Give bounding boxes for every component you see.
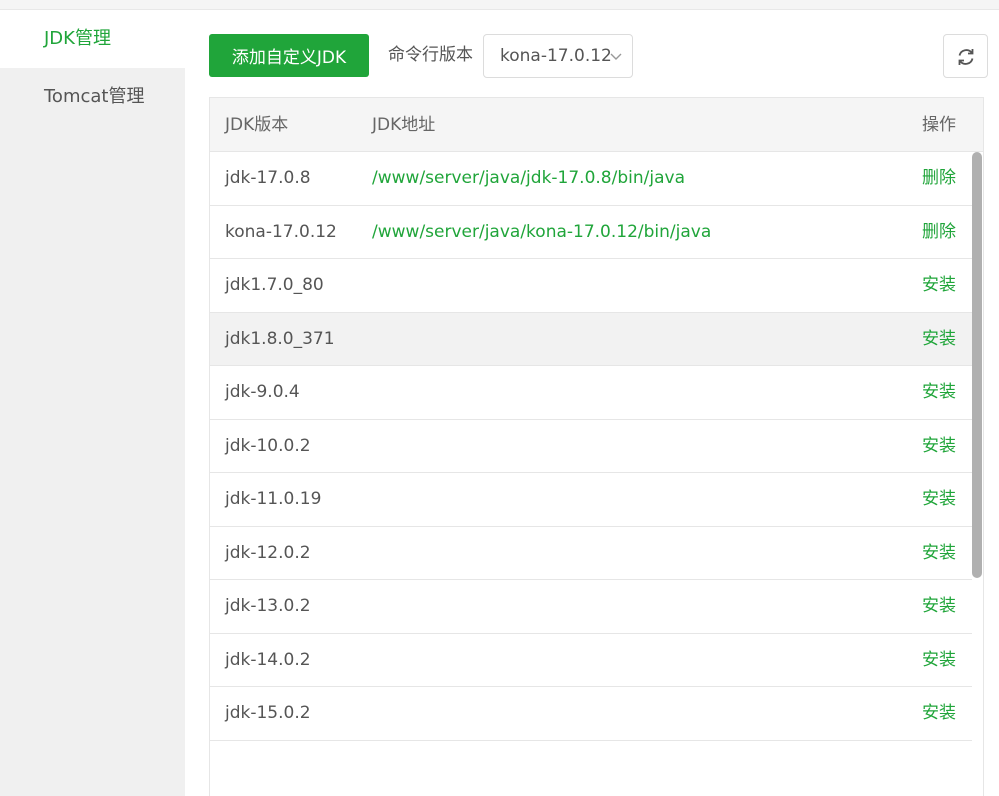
- column-header-version: JDK版本: [225, 115, 289, 135]
- table-row: jdk-10.0.2 安装: [210, 420, 972, 473]
- sidebar-item-label: Tomcat管理: [44, 86, 145, 107]
- table-row: jdk-11.0.19 安装: [210, 473, 972, 527]
- table-header: JDK版本 JDK地址 操作: [210, 98, 983, 152]
- delete-button[interactable]: 删除: [922, 152, 956, 204]
- column-header-path: JDK地址: [372, 115, 436, 135]
- table-row: jdk-12.0.2 安装: [210, 527, 972, 580]
- refresh-icon: [958, 49, 974, 65]
- table-row: jdk-17.0.8 /www/server/java/jdk-17.0.8/b…: [210, 152, 972, 206]
- table-scrollbar-thumb[interactable]: [972, 152, 982, 578]
- table-row: jdk-9.0.4 安装: [210, 366, 972, 420]
- install-button[interactable]: 安装: [922, 259, 956, 311]
- column-header-action: 操作: [922, 115, 956, 135]
- table-row: jdk-13.0.2 安装: [210, 580, 972, 634]
- install-button[interactable]: 安装: [922, 420, 956, 472]
- jdk-version: jdk-15.0.2: [225, 703, 311, 723]
- jdk-version: jdk-17.0.8: [225, 168, 311, 188]
- table-row: kona-17.0.12 /www/server/java/kona-17.0.…: [210, 206, 972, 259]
- install-button[interactable]: 安装: [922, 687, 956, 739]
- add-custom-jdk-button[interactable]: 添加自定义JDK: [209, 34, 369, 77]
- cli-version-label: 命令行版本: [388, 45, 473, 65]
- jdk-version: kona-17.0.12: [225, 221, 337, 242]
- jdk-version: jdk-13.0.2: [225, 596, 311, 616]
- jdk-version: jdk-9.0.4: [225, 382, 300, 402]
- jdk-version: jdk-10.0.2: [225, 435, 311, 456]
- install-button[interactable]: 安装: [922, 366, 956, 418]
- jdk-version: jdk-12.0.2: [225, 542, 311, 563]
- delete-button[interactable]: 删除: [922, 206, 956, 258]
- table-body: jdk-17.0.8 /www/server/java/jdk-17.0.8/b…: [210, 152, 972, 741]
- table-row: jdk-15.0.2 安装: [210, 687, 972, 741]
- table-row: jdk1.7.0_80 安装: [210, 259, 972, 313]
- cli-version-select[interactable]: kona-17.0.12: [483, 34, 633, 78]
- jdk-version: jdk-14.0.2: [225, 649, 311, 670]
- jdk-version: jdk-11.0.19: [225, 489, 322, 509]
- jdk-version: jdk1.8.0_371: [225, 328, 335, 349]
- table-row: jdk1.8.0_371 安装: [210, 312, 972, 366]
- table-row: jdk-14.0.2 安装: [210, 634, 972, 687]
- refresh-button[interactable]: [943, 34, 988, 78]
- install-button[interactable]: 安装: [922, 634, 956, 686]
- install-button[interactable]: 安装: [922, 527, 956, 579]
- jdk-version: jdk1.7.0_80: [225, 275, 324, 295]
- top-strip: [0, 0, 999, 10]
- sidebar-item-tomcat[interactable]: Tomcat管理: [0, 68, 185, 126]
- install-button[interactable]: 安装: [922, 313, 956, 365]
- install-button[interactable]: 安装: [922, 473, 956, 525]
- jdk-path: /www/server/java/kona-17.0.12/bin/java: [372, 221, 712, 242]
- jdk-path: /www/server/java/jdk-17.0.8/bin/java: [372, 168, 685, 188]
- install-button[interactable]: 安装: [922, 580, 956, 632]
- cli-version-value: kona-17.0.12: [500, 46, 612, 66]
- sidebar-item-label: JDK管理: [44, 28, 111, 49]
- chevron-down-icon: [610, 53, 622, 60]
- sidebar: JDK管理 Tomcat管理: [0, 10, 185, 796]
- sidebar-item-jdk[interactable]: JDK管理: [0, 10, 185, 68]
- jdk-table: JDK版本 JDK地址 操作 jdk-17.0.8 /www/server/ja…: [209, 97, 984, 796]
